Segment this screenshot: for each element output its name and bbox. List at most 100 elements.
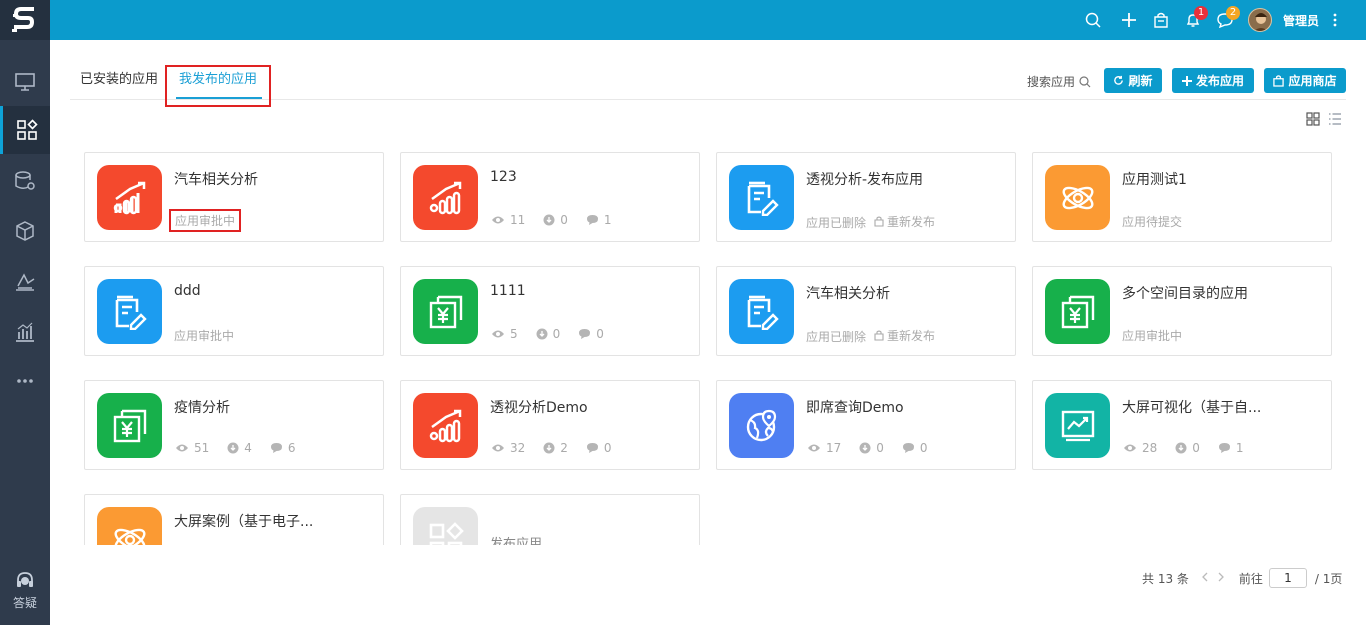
sidebar-item-reports[interactable] [0, 308, 50, 356]
publish-app-label: 发布应用 [1195, 74, 1244, 88]
app-logo[interactable] [0, 0, 50, 40]
pagination: 共 13 条 前往 1 / 1页 [1142, 568, 1342, 588]
app-card[interactable]: 123 11 0 1 [400, 152, 700, 242]
app-card[interactable]: 汽车相关分析 应用已删除 重新发布 [716, 266, 1016, 356]
help-button[interactable]: 答疑 [0, 571, 50, 611]
app-status: 应用审批中 [169, 209, 242, 232]
app-card[interactable]: 透视分析-发布应用 应用已删除 重新发布 [716, 152, 1016, 242]
app-stats: 11 0 1 [491, 213, 630, 227]
app-stats: 17 0 0 [807, 441, 946, 455]
app-title: 透视分析Demo [490, 400, 588, 416]
currency-document-icon [413, 279, 478, 344]
app-card[interactable]: 1111 5 0 0 [400, 266, 700, 356]
tab-published-apps[interactable]: 我发布的应用 [165, 65, 271, 107]
notifications-badge: 1 [1194, 6, 1208, 20]
eye-icon [492, 330, 504, 338]
eye-icon [492, 216, 504, 224]
sidebar-item-apps[interactable] [0, 106, 50, 154]
apps-icon [16, 119, 38, 140]
user-name[interactable]: 管理员 [1283, 12, 1319, 29]
download-icon [543, 214, 555, 226]
notifications-button[interactable]: 1 [1182, 6, 1208, 31]
tab-published-label: 我发布的应用 [178, 72, 257, 87]
app-store-button[interactable]: 应用商店 [1264, 68, 1346, 93]
store-button[interactable] [1150, 9, 1172, 31]
tab-bar: 已安装的应用 我发布的应用 搜索应用 刷新 发布应用 应用商店 [70, 62, 1346, 107]
add-button[interactable] [1118, 9, 1140, 31]
more-menu-button[interactable] [1330, 9, 1340, 31]
refresh-button[interactable]: 刷新 [1104, 68, 1162, 93]
database-gear-icon [15, 171, 35, 190]
publish-app-button[interactable]: 发布应用 [1172, 68, 1254, 93]
app-card[interactable]: ddd 应用审批中 [84, 266, 384, 356]
search-button[interactable] [1082, 9, 1104, 31]
chevron-right-icon [1218, 572, 1224, 582]
sidebar-item-analysis[interactable] [0, 258, 50, 306]
views-stat: 11 [491, 213, 525, 227]
download-icon [227, 442, 239, 454]
grid-icon [1306, 112, 1320, 126]
publish-app-card[interactable]: 发布应用 [400, 494, 700, 545]
app-card[interactable]: 多个空间目录的应用 应用审批中 [1032, 266, 1332, 356]
download-icon [1175, 442, 1187, 454]
republish-link[interactable]: 重新发布 [874, 327, 935, 344]
sidebar-item-data[interactable] [0, 157, 50, 205]
growth-chart-icon [97, 165, 162, 230]
app-title: 大屏可视化（基于自... [1122, 400, 1262, 416]
prev-page-button[interactable] [1201, 571, 1209, 585]
app-status: 应用审批中 [1122, 329, 1183, 343]
views-stat: 5 [491, 327, 518, 341]
messages-badge: 2 [1226, 6, 1240, 20]
shopping-bag-icon [1273, 74, 1285, 87]
dashboard-screen-icon [1045, 393, 1110, 458]
search-apps-label: 搜索应用 [1027, 75, 1076, 89]
headset-icon [17, 572, 33, 587]
sidebar-item-more[interactable] [0, 357, 50, 405]
download-icon [859, 442, 871, 454]
downloads-stat: 0 [859, 441, 884, 455]
tab-installed-apps[interactable]: 已安装的应用 [80, 62, 158, 100]
republish-link[interactable]: 重新发布 [874, 213, 935, 230]
app-title: 大屏案例（基于电子... [174, 514, 314, 530]
next-page-button[interactable] [1217, 571, 1225, 585]
comment-icon [586, 443, 598, 453]
downloads-stat: 2 [543, 441, 568, 455]
globe-location-icon [729, 393, 794, 458]
cube-icon [16, 221, 34, 241]
grid-view-button[interactable] [1306, 112, 1320, 126]
bag-icon [874, 216, 884, 227]
views-stat: 28 [1123, 441, 1157, 455]
list-view-button[interactable] [1328, 112, 1342, 126]
analysis-icon [16, 273, 35, 291]
app-title: 应用测试1 [1122, 172, 1187, 188]
avatar-icon [1254, 13, 1268, 31]
app-status: 应用已删除 重新发布 [806, 213, 936, 230]
app-card[interactable]: 应用测试1 应用待提交 [1032, 152, 1332, 242]
list-icon [1329, 113, 1341, 125]
comment-icon [1218, 443, 1230, 453]
currency-document-icon [97, 393, 162, 458]
comment-icon [270, 443, 282, 453]
refresh-label: 刷新 [1128, 74, 1153, 88]
search-apps[interactable]: 搜索应用 [1027, 73, 1091, 90]
app-title: 123 [490, 169, 517, 185]
page-number-input[interactable]: 1 [1268, 568, 1307, 588]
app-card[interactable]: 大屏可视化（基于自... 28 0 1 [1032, 380, 1332, 470]
comment-icon [586, 215, 598, 225]
logo-icon [12, 7, 35, 32]
sidebar-item-desktop[interactable] [0, 58, 50, 106]
app-card[interactable]: 即席查询Demo 17 0 0 [716, 380, 1016, 470]
sidebar-item-models[interactable] [0, 207, 50, 255]
growth-chart-icon [413, 393, 478, 458]
monitor-icon [15, 73, 35, 91]
messages-button[interactable]: 2 [1214, 6, 1240, 31]
app-card[interactable]: 透视分析Demo 32 2 0 [400, 380, 700, 470]
search-icon [1085, 12, 1101, 28]
avatar[interactable] [1248, 8, 1272, 32]
comments-stat: 0 [902, 441, 928, 455]
app-card[interactable]: 汽车相关分析 应用审批中 [84, 152, 384, 242]
app-card[interactable]: 疫情分析 51 4 6 [84, 380, 384, 470]
refresh-icon [1114, 75, 1124, 85]
app-card[interactable]: 大屏案例（基于电子... [84, 494, 384, 545]
document-edit-icon [729, 279, 794, 344]
